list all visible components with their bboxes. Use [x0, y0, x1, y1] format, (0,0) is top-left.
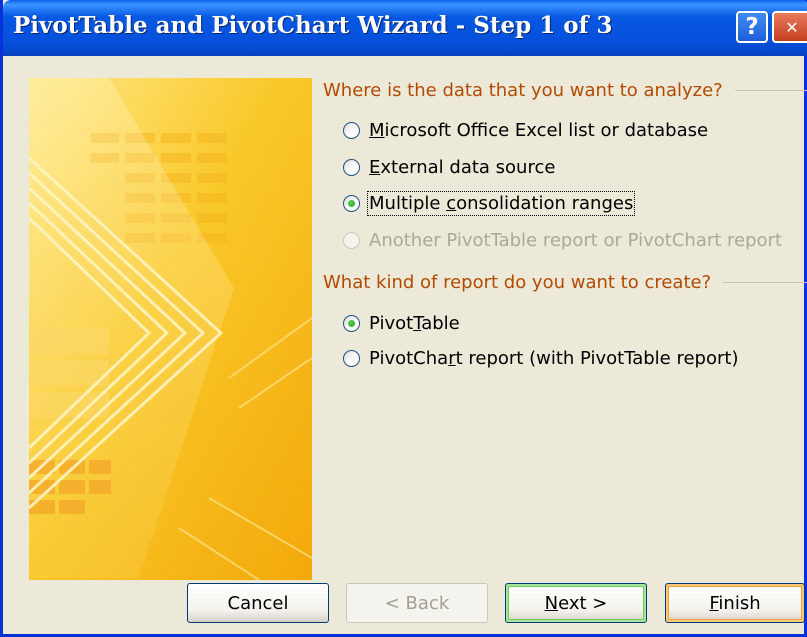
- radio-pivottable[interactable]: PivotTable: [343, 313, 460, 334]
- radio-button[interactable]: [343, 159, 360, 176]
- radio-multiple-consolidation[interactable]: Multiple consolidation ranges: [343, 191, 636, 216]
- radio-pivotchart[interactable]: PivotChart report (with PivotTable repor…: [343, 348, 738, 369]
- wizard-content: Where is the data that you want to analy…: [323, 0, 807, 560]
- radio-external-source[interactable]: External data source: [343, 157, 555, 178]
- report-type-heading: What kind of report do you want to creat…: [323, 272, 807, 293]
- radio-button[interactable]: [343, 350, 360, 367]
- radio-label: Microsoft Office Excel list or database: [369, 120, 709, 141]
- cancel-button[interactable]: Cancel: [187, 583, 329, 623]
- radio-another-report: Another PivotTable report or PivotChart …: [343, 230, 782, 251]
- wizard-graphic: [29, 78, 312, 580]
- data-source-heading: Where is the data that you want to analy…: [323, 80, 807, 101]
- finish-button[interactable]: Finish: [665, 583, 805, 623]
- next-button[interactable]: Next >: [505, 583, 647, 623]
- radio-button-disabled: [343, 232, 360, 249]
- radio-excel-list[interactable]: Microsoft Office Excel list or database: [343, 120, 708, 141]
- spreadsheet-chevron-illustration: [29, 78, 312, 580]
- radio-label: PivotTable: [369, 313, 460, 334]
- wizard-dialog: PivotTable and PivotChart Wizard - Step …: [0, 0, 807, 637]
- radio-label: Another PivotTable report or PivotChart …: [369, 230, 783, 251]
- radio-label: PivotChart report (with PivotTable repor…: [369, 348, 739, 369]
- back-button: < Back: [346, 583, 488, 623]
- radio-button[interactable]: [343, 122, 360, 139]
- radio-button-selected[interactable]: [343, 315, 360, 332]
- radio-label: External data source: [369, 157, 556, 178]
- radio-button-selected[interactable]: [343, 195, 360, 212]
- radio-label: Multiple consolidation ranges: [366, 191, 636, 216]
